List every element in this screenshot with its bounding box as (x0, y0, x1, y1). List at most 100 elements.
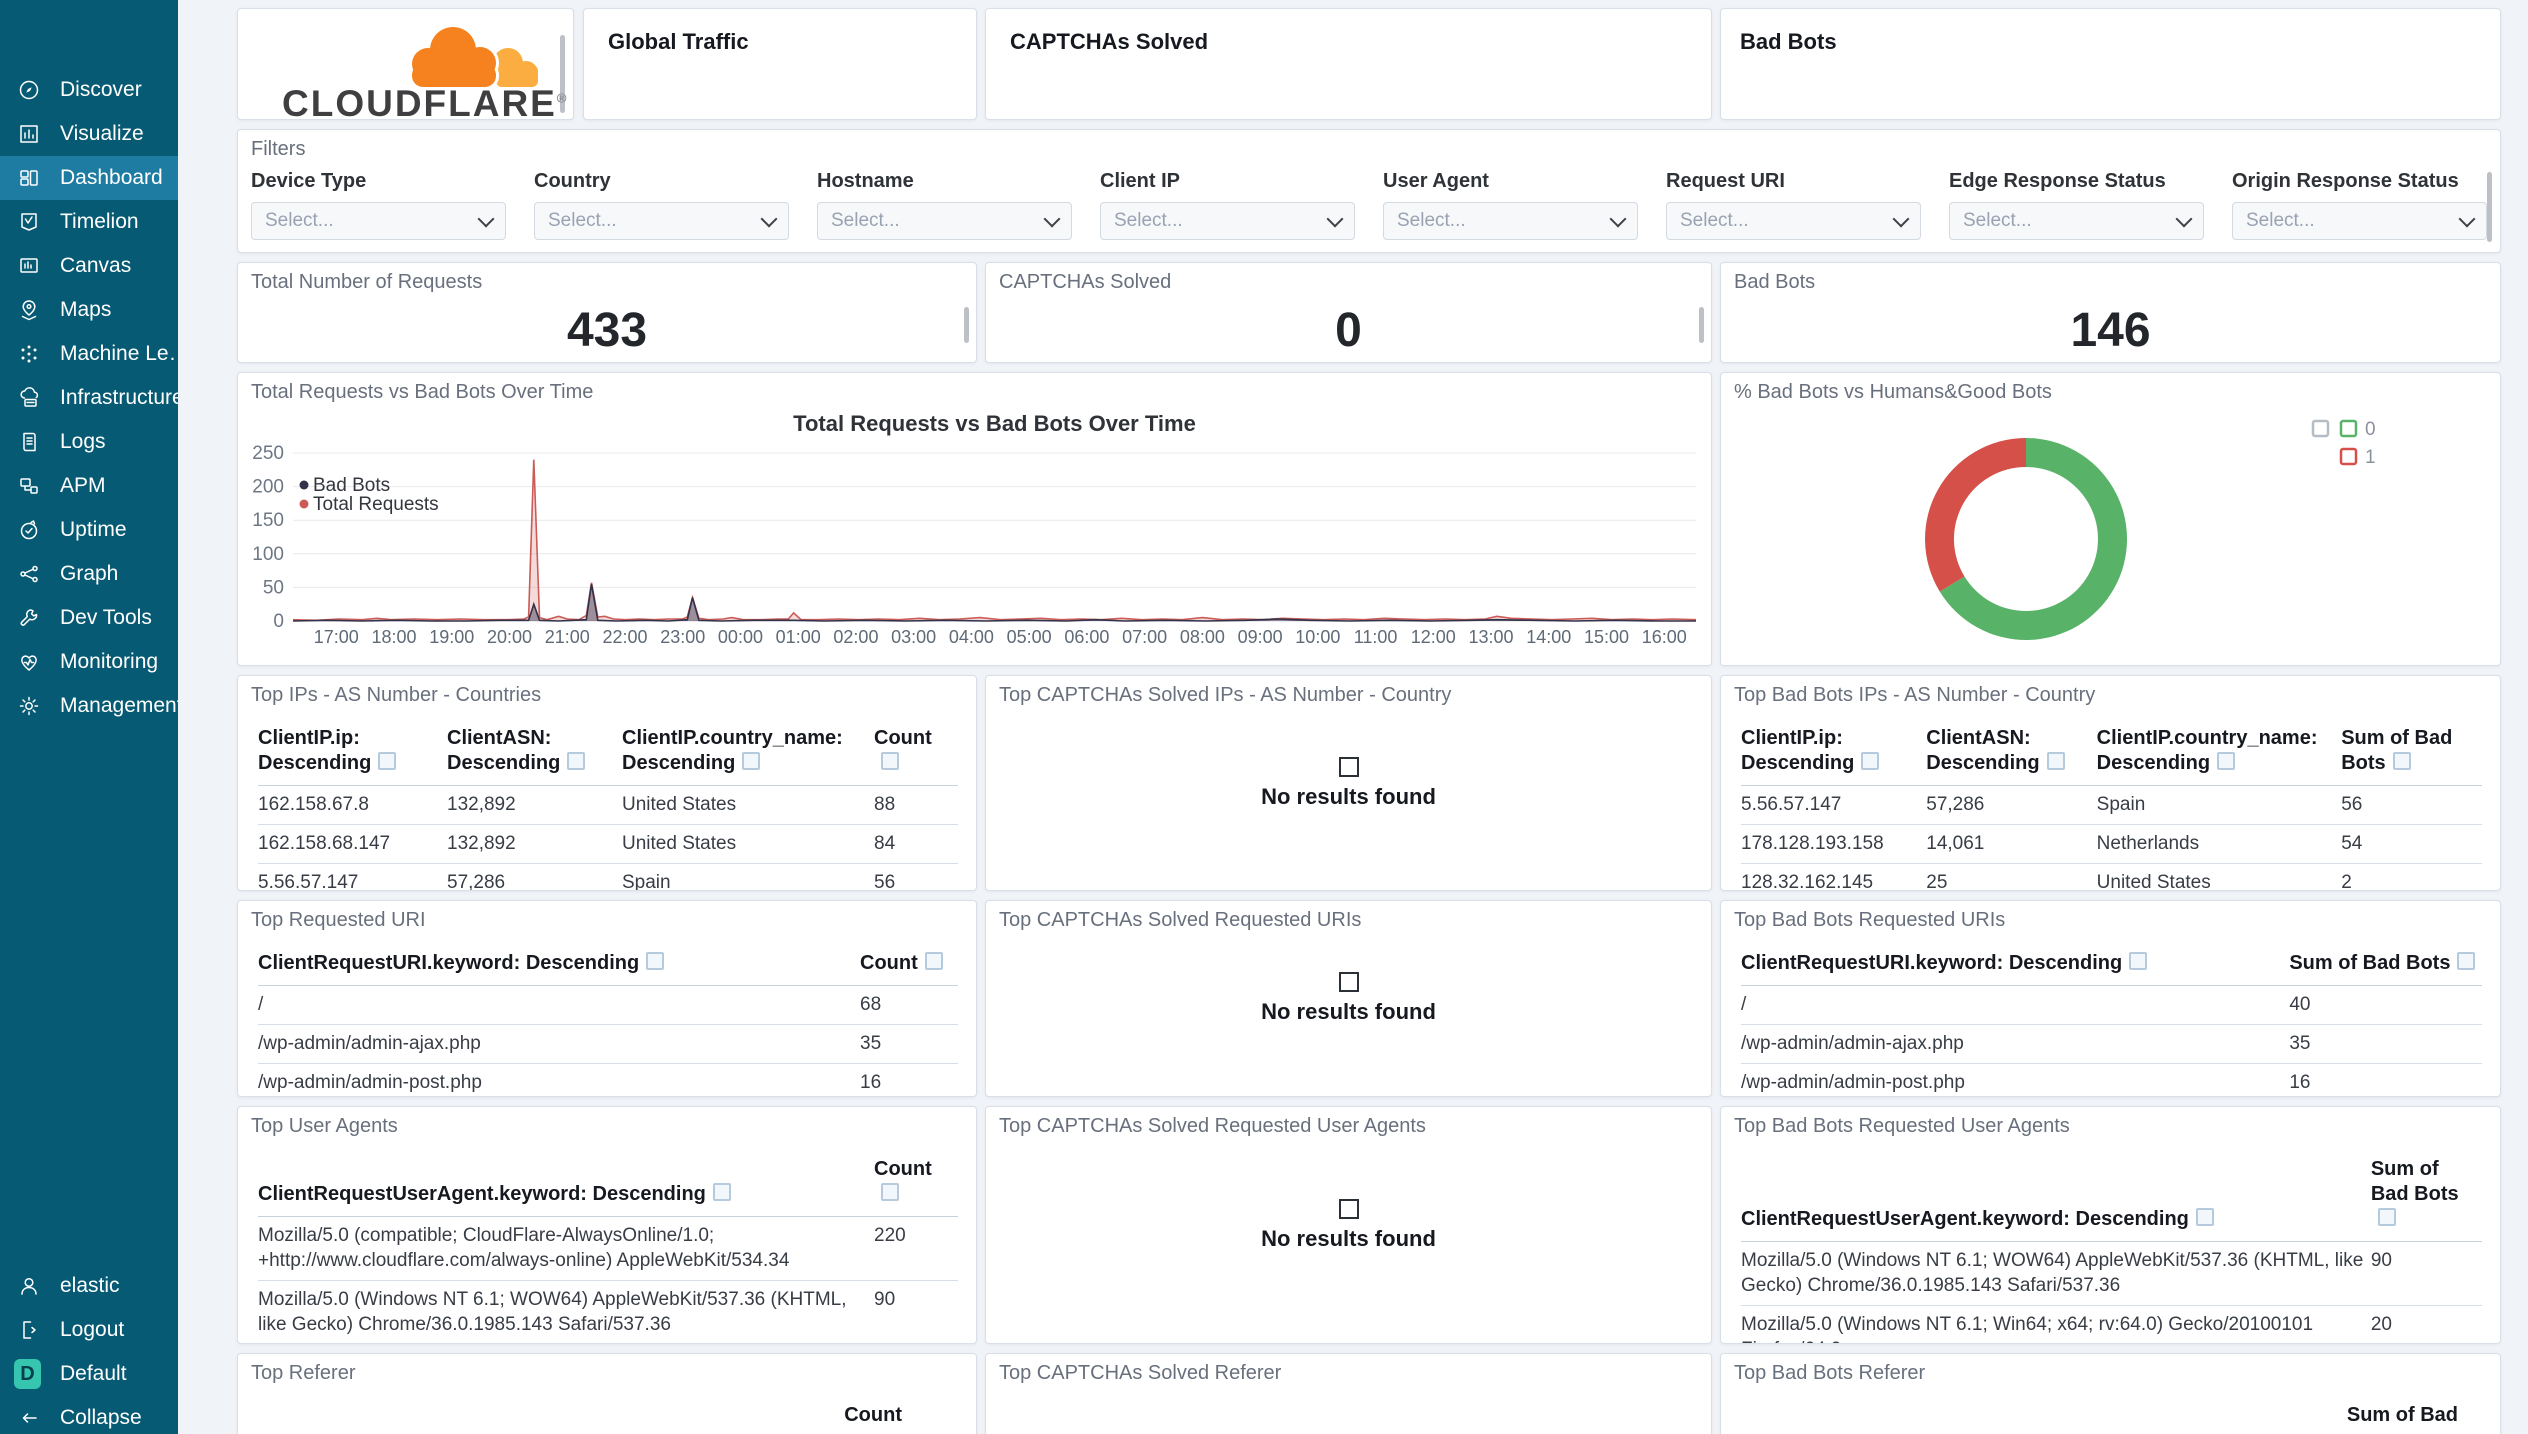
table-cell: /wp-admin/admin-post.php (258, 1063, 860, 1096)
column-header[interactable]: Sum of Bad Bots (2341, 726, 2482, 786)
panel-captchas-metric: CAPTCHAs Solved 0 (985, 262, 1712, 363)
sidebar-item-management[interactable]: Management (0, 684, 178, 728)
column-header[interactable]: ClientASN: Descending (1926, 726, 2097, 786)
column-header[interactable]: ClientRequestURI.keyword: Descending (1741, 951, 2290, 986)
edge-response-status-filter-select[interactable]: Select... (1949, 202, 2204, 240)
table-row: 178.128.193.158 14,061 Netherlands 54 (1741, 824, 2482, 864)
table-panel-title: Top CAPTCHAs Solved Requested URIs (999, 909, 1362, 931)
chevron-down-icon (477, 210, 495, 227)
svg-text:03:00: 03:00 (891, 627, 936, 647)
column-header[interactable]: Count (860, 951, 958, 986)
sidebar-item-apm[interactable]: APM (0, 464, 178, 508)
sidebar-item-logs[interactable]: Logs (0, 420, 178, 464)
hostname-filter-select[interactable]: Select... (817, 202, 1072, 240)
legend-swatch-1[interactable] (2339, 447, 2358, 466)
sidebar-item-infrastructure[interactable]: Infrastructure (0, 376, 178, 420)
panel-captcha-ips: Top CAPTCHAs Solved IPs - AS Number - Co… (985, 675, 1712, 891)
panel-badbot-ips: Top Bad Bots IPs - AS Number - Country C… (1720, 675, 2501, 891)
scrollbar-thumb[interactable] (2487, 172, 2492, 242)
scrollbar-thumb[interactable] (1699, 307, 1704, 343)
scrollbar-thumb[interactable] (560, 35, 565, 113)
metric-value: 0 (1335, 304, 1362, 357)
sidebar-item-collapse[interactable]: Collapse (0, 1396, 178, 1434)
column-header[interactable]: ClientIP.ip: Descending (258, 726, 447, 786)
filter-label: Client IP (1100, 170, 1181, 192)
sidebar-item-visualize[interactable]: Visualize (0, 112, 178, 156)
user-icon (17, 1274, 41, 1298)
legend-label[interactable]: 1 (2365, 447, 2376, 468)
column-header[interactable]: Sum of Bad Bots (2289, 951, 2482, 986)
table-row: Mozilla/5.0 (compatible; CloudFlare-Alwa… (258, 1216, 958, 1281)
legend-swatch-0[interactable] (2339, 419, 2358, 438)
sort-icon[interactable] (924, 952, 943, 970)
sort-icon[interactable] (646, 952, 665, 970)
sidebar-item-label: Dashboard (60, 166, 163, 189)
sidebar-item-logout[interactable]: Logout (0, 1308, 178, 1352)
sidebar-item-graph[interactable]: Graph (0, 552, 178, 596)
sidebar-item-timelion[interactable]: Timelion (0, 200, 178, 244)
legend-item-bad-bots[interactable]: Bad Bots (299, 475, 391, 496)
column-header[interactable]: ClientRequestURI.keyword: Descending (258, 951, 860, 986)
sort-icon[interactable] (2377, 1208, 2396, 1226)
panel-requests-vs-badbots-chart: Total Requests vs Bad Bots Over Time 0 50… (237, 372, 1712, 666)
sort-icon[interactable] (2392, 752, 2411, 770)
sort-icon[interactable] (2217, 752, 2236, 770)
column-header[interactable]: Count (874, 726, 958, 786)
column-header[interactable]: ClientIP.country_name: Descending (2096, 726, 2342, 786)
chevron-down-icon (1892, 210, 1910, 227)
legend-toggle-icon[interactable] (2311, 419, 2330, 438)
sort-icon[interactable] (2195, 1208, 2214, 1226)
sort-icon[interactable] (567, 752, 586, 770)
filter-field-hostname: Hostname Select... (817, 170, 1072, 240)
sidebar-item-uptime[interactable]: Uptime (0, 508, 178, 552)
sort-icon[interactable] (712, 1183, 731, 1201)
sidebar-item-monitoring[interactable]: Monitoring (0, 640, 178, 684)
panel-captcha-user-agents: Top CAPTCHAs Solved Requested User Agent… (985, 1106, 1712, 1344)
panel-captcha-referer: Top CAPTCHAs Solved Referer No results f… (985, 1353, 1712, 1434)
sidebar-item-maps[interactable]: Maps (0, 288, 178, 332)
chevron-down-icon (2175, 210, 2193, 227)
column-header[interactable]: ClientRequestUserAgent.keyword: Descendi… (1741, 1157, 2371, 1242)
sort-icon[interactable] (881, 1183, 899, 1201)
country-filter-select[interactable]: Select... (534, 202, 789, 240)
sort-icon[interactable] (881, 752, 899, 770)
sort-icon[interactable] (1861, 752, 1880, 770)
table-cell: 40 (2289, 985, 2482, 1025)
device-type-filter-select[interactable]: Select... (251, 202, 506, 240)
legend-label[interactable]: 0 (2365, 419, 2376, 440)
table-cell: 54 (2341, 824, 2482, 864)
data-table: ClientRequestUserAgent.keyword: Descendi… (258, 1157, 958, 1343)
sidebar-item-discover[interactable]: Discover (0, 68, 178, 112)
sort-icon[interactable] (2046, 752, 2065, 770)
sidebar-item-dev-tools[interactable]: Dev Tools (0, 596, 178, 640)
sidebar-item-canvas[interactable]: Canvas (0, 244, 178, 288)
client-ip-filter-select[interactable]: Select... (1100, 202, 1355, 240)
column-header[interactable]: Sum of Bad (2347, 1404, 2458, 1427)
column-header[interactable]: ClientIP.ip: Descending (1741, 726, 1927, 786)
table-row: Mozilla/5.0 (Windows NT 6.1; Win64; x64;… (1741, 1305, 2482, 1343)
column-header[interactable]: ClientASN: Descending (447, 726, 622, 786)
origin-response-status-filter-select[interactable]: Select... (2232, 202, 2487, 240)
sidebar-item-space-default[interactable]: D Default (0, 1352, 178, 1396)
sidebar-item-dashboard[interactable]: Dashboard (0, 156, 178, 200)
sort-icon[interactable] (2129, 952, 2148, 970)
table-cell: 20 (2370, 1305, 2482, 1343)
column-header[interactable]: ClientRequestUserAgent.keyword: Descendi… (258, 1157, 874, 1217)
scrollbar-thumb[interactable] (964, 307, 969, 343)
user-agent-filter-select[interactable]: Select... (1383, 202, 1638, 240)
sort-icon[interactable] (742, 752, 761, 770)
sort-icon[interactable] (378, 752, 397, 770)
legend-item-total-requests[interactable]: Total Requests (299, 494, 439, 515)
sort-icon[interactable] (2457, 952, 2476, 970)
table-row: /40 (1741, 985, 2482, 1025)
machine-learning-dots-icon (17, 342, 41, 366)
column-header[interactable]: Count (874, 1157, 958, 1217)
column-header[interactable]: ClientIP.country_name: Descending (622, 726, 874, 786)
sidebar-item-machine-learning[interactable]: Machine Le… (0, 332, 178, 376)
sidebar-item-user[interactable]: elastic (0, 1264, 178, 1308)
sidebar-item-label: Infrastructure (60, 386, 178, 409)
column-header[interactable]: Count (844, 1404, 902, 1427)
table-cell: Mozilla/5.0 (Windows NT 6.1; WOW64) Appl… (258, 1280, 874, 1343)
column-header[interactable]: Sum of Bad Bots (2370, 1157, 2482, 1242)
request-uri-filter-select[interactable]: Select... (1666, 202, 1921, 240)
